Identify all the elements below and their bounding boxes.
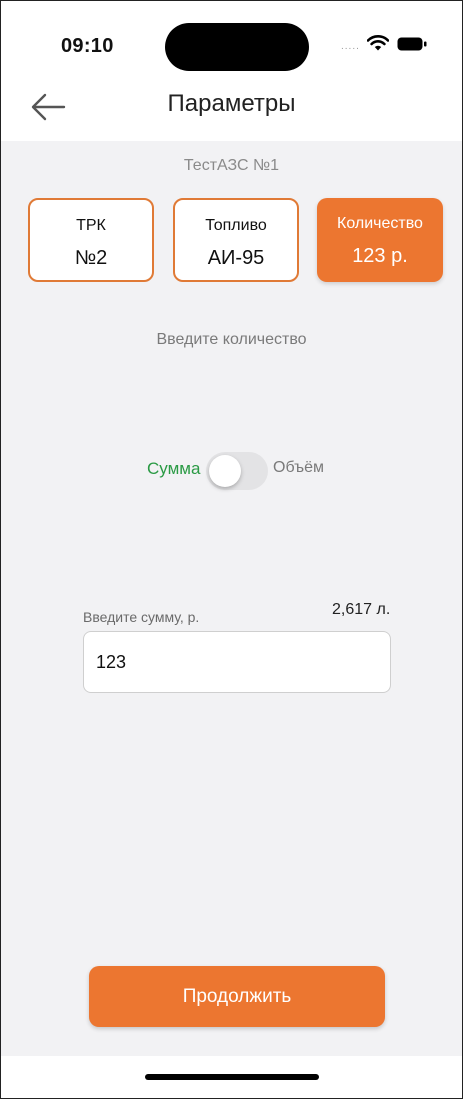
quantity-card-label: Количество [337, 215, 423, 232]
status-bar: 09:10 ..... [1, 1, 462, 81]
pump-card[interactable]: ТРК №2 [28, 198, 154, 282]
converted-volume: 2,617 л. [332, 601, 391, 618]
quantity-card-value: 123 р. [352, 245, 408, 267]
continue-button[interactable]: Продолжить [89, 966, 385, 1027]
fuel-card[interactable]: Топливо АИ-95 [173, 198, 299, 282]
toggle-label-volume[interactable]: Объём [273, 459, 324, 477]
station-name: ТестАЗС №1 [183, 157, 280, 174]
pump-card-label: ТРК [76, 217, 106, 234]
quantity-card[interactable]: Количество 123 р. [317, 198, 443, 282]
amount-field-label: Введите сумму, р. [83, 609, 200, 625]
page-title: Параметры [167, 90, 296, 117]
app-screen: 09:10 ..... Параметры ТестАЗС №1 ТРК №2 … [0, 0, 463, 1099]
status-time: 09:10 [61, 35, 114, 57]
navigation-bar: Параметры [1, 81, 462, 141]
amount-volume-switch[interactable] [206, 452, 268, 490]
fuel-card-value: АИ-95 [207, 247, 265, 269]
dynamic-island [165, 23, 309, 71]
main-content: ТестАЗС №1 ТРК №2 Топливо АИ-95 Количест… [1, 141, 462, 1056]
home-indicator [145, 1074, 319, 1080]
switch-knob[interactable] [209, 455, 241, 487]
wifi-icon [367, 35, 389, 51]
cellular-signal-icon: ..... [341, 41, 360, 52]
toggle-label-sum[interactable]: Сумма [147, 459, 200, 479]
pump-card-value: №2 [74, 247, 108, 269]
amount-volume-toggle-row: Сумма Объём [1, 447, 462, 491]
battery-icon [397, 37, 427, 51]
amount-input[interactable] [83, 631, 391, 693]
fuel-card-label: Топливо [205, 217, 267, 234]
quantity-hint: Введите количество [156, 331, 307, 348]
